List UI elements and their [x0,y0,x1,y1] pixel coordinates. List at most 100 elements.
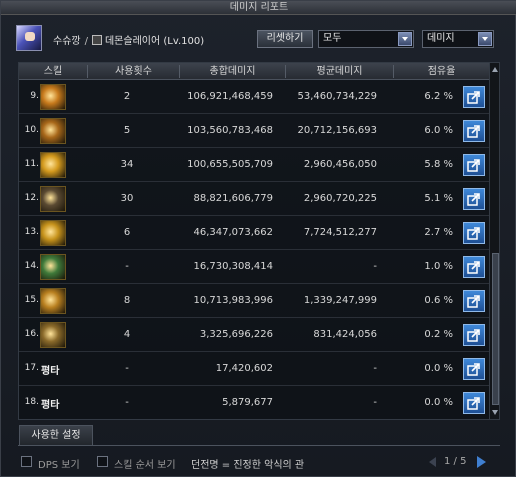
reset-button[interactable]: 리셋하기 [257,30,313,48]
filter-select[interactable]: 모두 [318,30,414,48]
export-arrow-icon [467,125,480,138]
row-number: 13. [24,227,39,237]
detail-share-button[interactable] [463,324,485,346]
table-row: 18. 평타 - 5,879,677 - 0.0 % [19,386,489,419]
table-row: 9. 2 106,921,468,459 53,460,734,229 6.2 % [19,80,489,114]
damage-share: 6.0 % [424,125,453,136]
scroll-thumb[interactable] [492,253,499,405]
average-damage: 2,960,456,050 [303,159,377,170]
total-damage: 17,420,602 [215,363,273,374]
damage-share: 5.8 % [424,159,453,170]
prev-page-arrow-icon[interactable] [429,457,436,467]
export-arrow-icon [467,397,480,410]
column-header-uses[interactable]: 사용횟수 [87,65,179,78]
average-damage: 7,724,512,277 [303,227,377,238]
detail-share-button[interactable] [463,222,485,244]
table-row: 12. 30 88,821,606,779 2,960,720,225 5.1 % [19,182,489,216]
row-number: 16. [24,329,39,339]
name-separator: / [84,36,88,47]
dungeon-name: 던전명 = 진정한 악식의 관 [191,460,305,471]
row-number: 17. [24,363,39,373]
column-header-total[interactable]: 총합데미지 [179,65,285,78]
table-row: 16. 4 3,325,696,226 831,424,056 0.2 % [19,318,489,352]
character-class-level: 데몬슬레이어 (Lv.100) [104,36,205,47]
chevron-down-icon[interactable] [478,32,492,46]
damage-share: 1.0 % [424,261,453,272]
skill-order-checkbox[interactable] [97,456,108,467]
damage-report-window: 데미지 리포트 수슈깡 / 데몬슬레이어 (Lv.100) 리셋하기 모두 데미지 … [0,0,516,477]
row-number: 9. [30,91,39,101]
total-damage: 10,713,983,996 [193,295,273,306]
uses-count: 5 [123,125,131,136]
column-header-skill[interactable]: 스킬 [19,65,87,78]
type-select-value: 데미지 [427,33,455,44]
average-damage: 53,460,734,229 [297,91,377,102]
column-header-share[interactable]: 점유율 [393,65,489,78]
damage-share: 0.0 % [424,397,453,408]
detail-share-button[interactable] [463,256,485,278]
average-damage: - [373,397,377,408]
detail-share-button[interactable] [463,154,485,176]
detail-share-button[interactable] [463,120,485,142]
skill-icon [40,84,66,110]
uses-count: 34 [120,159,134,170]
export-arrow-icon [467,193,480,206]
export-arrow-icon [467,261,480,274]
export-arrow-icon [467,159,480,172]
page-indicator: 1 / 5 [444,456,467,467]
skill-order-label: 스킬 순서 보기 [114,460,176,471]
column-header-average[interactable]: 평균데미지 [285,65,393,78]
average-damage: 831,424,056 [313,329,377,340]
character-name: 수슈깡 [53,36,81,47]
total-damage: 106,921,468,459 [187,91,273,102]
skill-name: 평타 [41,366,60,377]
detail-share-button[interactable] [463,358,485,380]
chevron-down-icon[interactable] [398,32,412,46]
detail-share-button[interactable] [463,86,485,108]
table-row: 14. - 16,730,308,414 - 1.0 % [19,250,489,284]
tab-used-settings[interactable]: 사용한 설정 [19,425,93,445]
total-damage: 3,325,696,226 [199,329,273,340]
report-footer: DPS 보기 스킬 순서 보기 던전명 = 진정한 악식의 관 1 / 5 [1,450,516,477]
average-damage: 20,712,156,693 [297,125,377,136]
tab-divider [18,445,500,446]
detail-share-button[interactable] [463,392,485,414]
title-bar[interactable]: 데미지 리포트 [1,1,516,15]
scroll-down-arrow-icon[interactable] [491,408,499,417]
damage-share: 0.6 % [424,295,453,306]
report-header: 수슈깡 / 데몬슬레이어 (Lv.100) 리셋하기 모두 데미지 [1,15,516,61]
dps-view-checkbox[interactable] [21,456,32,467]
uses-count: 2 [123,91,131,102]
window-title: 데미지 리포트 [229,2,289,13]
type-select[interactable]: 데미지 [422,30,494,48]
average-damage: 2,960,720,225 [303,193,377,204]
table-row: 17. 평타 - 17,420,602 - 0.0 % [19,352,489,386]
detail-share-button[interactable] [463,290,485,312]
row-number: 18. [24,397,39,407]
skill-icon [40,254,66,280]
export-arrow-icon [467,329,480,342]
filter-select-value: 모두 [323,33,342,44]
scroll-up-arrow-icon[interactable] [491,65,499,74]
table-row: 15. 8 10,713,983,996 1,339,247,999 0.6 % [19,284,489,318]
uses-count: - [125,363,129,374]
export-arrow-icon [467,91,480,104]
table-row: 13. 6 46,347,073,662 7,724,512,277 2.7 % [19,216,489,250]
character-info: 수슈깡 / 데몬슬레이어 (Lv.100) [53,32,204,47]
total-damage: 5,879,677 [222,397,273,408]
skill-icon [40,288,66,314]
skill-damage-table: 스킬 사용횟수 총합데미지 평균데미지 점유율 9. 2 106,921,468,4… [18,62,500,420]
total-damage: 46,347,073,662 [193,227,273,238]
row-number: 14. [24,261,39,271]
table-scrollbar[interactable] [489,63,499,419]
export-arrow-icon [467,227,480,240]
uses-count: 30 [120,193,134,204]
uses-count: 8 [123,295,131,306]
uses-count: - [125,397,129,408]
next-page-arrow-icon[interactable] [477,456,486,468]
table-row: 11. 34 100,655,505,709 2,960,456,050 5.8 % [19,148,489,182]
detail-share-button[interactable] [463,188,485,210]
skill-icon [40,186,66,212]
skill-icon [40,118,66,144]
row-number: 11. [24,159,39,169]
